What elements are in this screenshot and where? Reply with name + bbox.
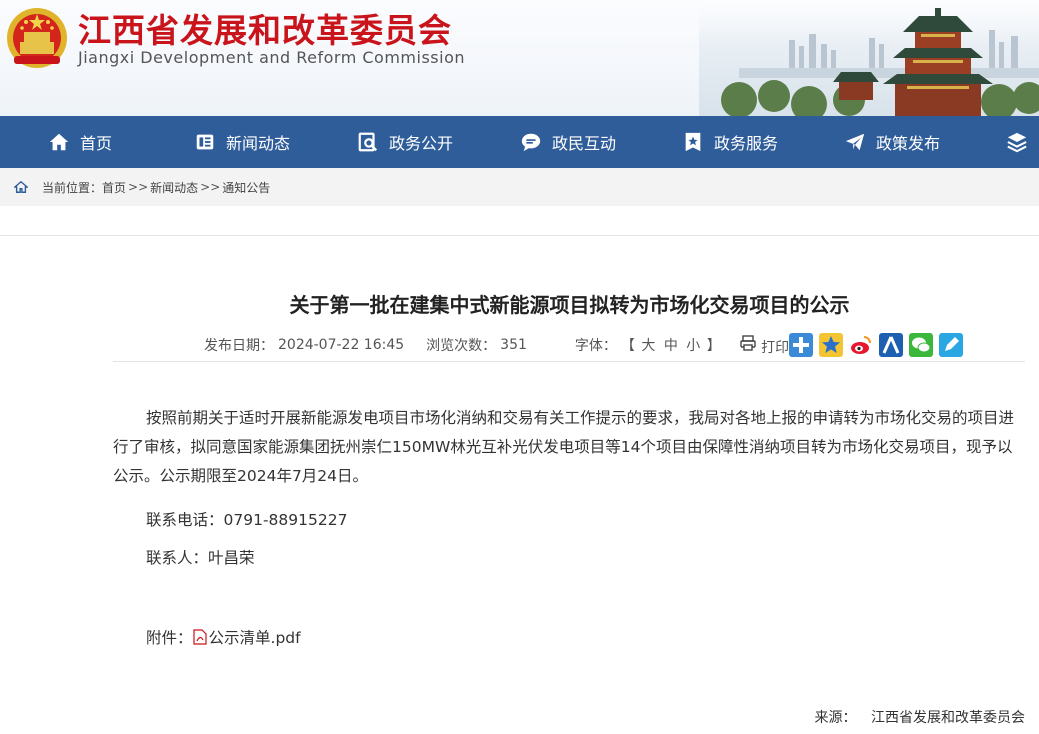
layers-icon xyxy=(1007,132,1027,153)
qzone-star-icon[interactable] xyxy=(819,333,843,357)
renren-icon[interactable] xyxy=(879,333,903,357)
pdf-icon xyxy=(192,629,207,645)
nav-policy-label: 政策发布 xyxy=(876,134,941,153)
contact-phone: 联系电话：0791-88915227 xyxy=(146,511,348,529)
home-icon xyxy=(49,133,69,151)
nav-policy[interactable]: 政策发布 xyxy=(844,116,940,168)
breadcrumb-news[interactable]: 新闻动态 xyxy=(150,179,198,196)
weibo-icon[interactable] xyxy=(849,333,873,357)
breadcrumb-separator: >> xyxy=(128,180,149,194)
chat-icon xyxy=(521,133,541,152)
breadcrumb-prefix: 当前位置： xyxy=(42,180,103,195)
font-size-control: 【 大 中 小 】 xyxy=(621,335,721,355)
breadcrumb-notices[interactable]: 通知公告 xyxy=(222,179,270,196)
nav-more[interactable] xyxy=(1006,116,1038,168)
site-subtitle: Jiangxi Development and Reform Commissio… xyxy=(78,48,466,67)
nav-news[interactable]: 新闻动态 xyxy=(194,116,290,168)
breadcrumb-home[interactable]: 首页 xyxy=(102,179,126,196)
attachment-link[interactable]: 公示清单.pdf xyxy=(209,629,301,647)
nav-gov-open-label: 政务公开 xyxy=(389,134,454,153)
font-large-button[interactable]: 大 xyxy=(641,338,655,354)
nav-home[interactable]: 首页 xyxy=(48,116,112,168)
divider xyxy=(113,361,1025,362)
national-emblem-icon xyxy=(7,8,67,68)
nav-services[interactable]: 政务服务 xyxy=(682,116,778,168)
printer-icon xyxy=(740,334,756,351)
home-icon xyxy=(14,180,28,193)
main-nav: 首页 新闻动态 政务公开 政民互动 政务服务 政策发布 xyxy=(0,116,1039,168)
font-label: 字体： xyxy=(574,338,617,354)
article-source: 来源： 江西省发展和改革委员会 xyxy=(815,707,1025,727)
nav-services-label: 政务服务 xyxy=(714,134,779,153)
paper-plane-icon xyxy=(845,133,865,151)
font-medium-button[interactable]: 中 xyxy=(664,338,678,354)
views-count: 351 xyxy=(500,337,527,353)
article-meta: 发布日期： 2024-07-22 16:45 浏览次数： 351 字体： 【 大… xyxy=(204,334,789,357)
source-label: 来源： xyxy=(814,710,857,726)
nav-gov-open[interactable]: 政务公开 xyxy=(357,116,453,168)
font-small-button[interactable]: 小 xyxy=(686,338,700,354)
header-banner: 江西省发展和改革委员会 Jiangxi Development and Refo… xyxy=(0,0,1039,116)
news-icon xyxy=(196,134,214,150)
star-badge-icon xyxy=(685,132,701,152)
print-button[interactable]: 打印 xyxy=(739,334,789,357)
attachment-label: 附件： xyxy=(146,629,193,647)
divider xyxy=(0,235,1039,236)
share-plus-icon[interactable] xyxy=(789,333,813,357)
nav-interaction[interactable]: 政民互动 xyxy=(520,116,616,168)
pavilion-scenery-image xyxy=(699,0,1039,116)
publish-label: 发布日期： xyxy=(204,338,274,354)
breadcrumb: 当前位置： 首页 >> 新闻动态 >> 通知公告 xyxy=(0,168,1039,206)
pencil-share-icon[interactable] xyxy=(939,333,963,357)
site-title: 江西省发展和改革委员会 xyxy=(78,11,452,50)
publish-date: 2024-07-22 16:45 xyxy=(278,337,405,353)
views-label: 浏览次数： xyxy=(426,338,497,354)
share-bar xyxy=(789,333,963,357)
nav-home-label: 首页 xyxy=(80,134,113,153)
search-doc-icon xyxy=(358,132,378,152)
font-bracket-close: 】 xyxy=(706,338,721,354)
nav-interaction-label: 政民互动 xyxy=(552,134,617,153)
wechat-icon[interactable] xyxy=(909,333,933,357)
breadcrumb-separator: >> xyxy=(200,180,221,194)
contact-person: 联系人：叶昌荣 xyxy=(146,549,255,567)
attachment: 附件： 公示清单.pdf xyxy=(146,626,301,648)
nav-news-label: 新闻动态 xyxy=(226,134,291,153)
font-bracket-open: 【 xyxy=(620,338,635,354)
article-title: 关于第一批在建集中式新能源项目拟转为市场化交易项目的公示 xyxy=(289,293,850,317)
print-label: 打印 xyxy=(761,339,790,356)
source-name: 江西省发展和改革委员会 xyxy=(871,710,1025,726)
article-body: 按照前期关于适时开展新能源发电项目市场化消纳和交易有关工作提示的要求，我局对各地… xyxy=(113,409,1015,485)
